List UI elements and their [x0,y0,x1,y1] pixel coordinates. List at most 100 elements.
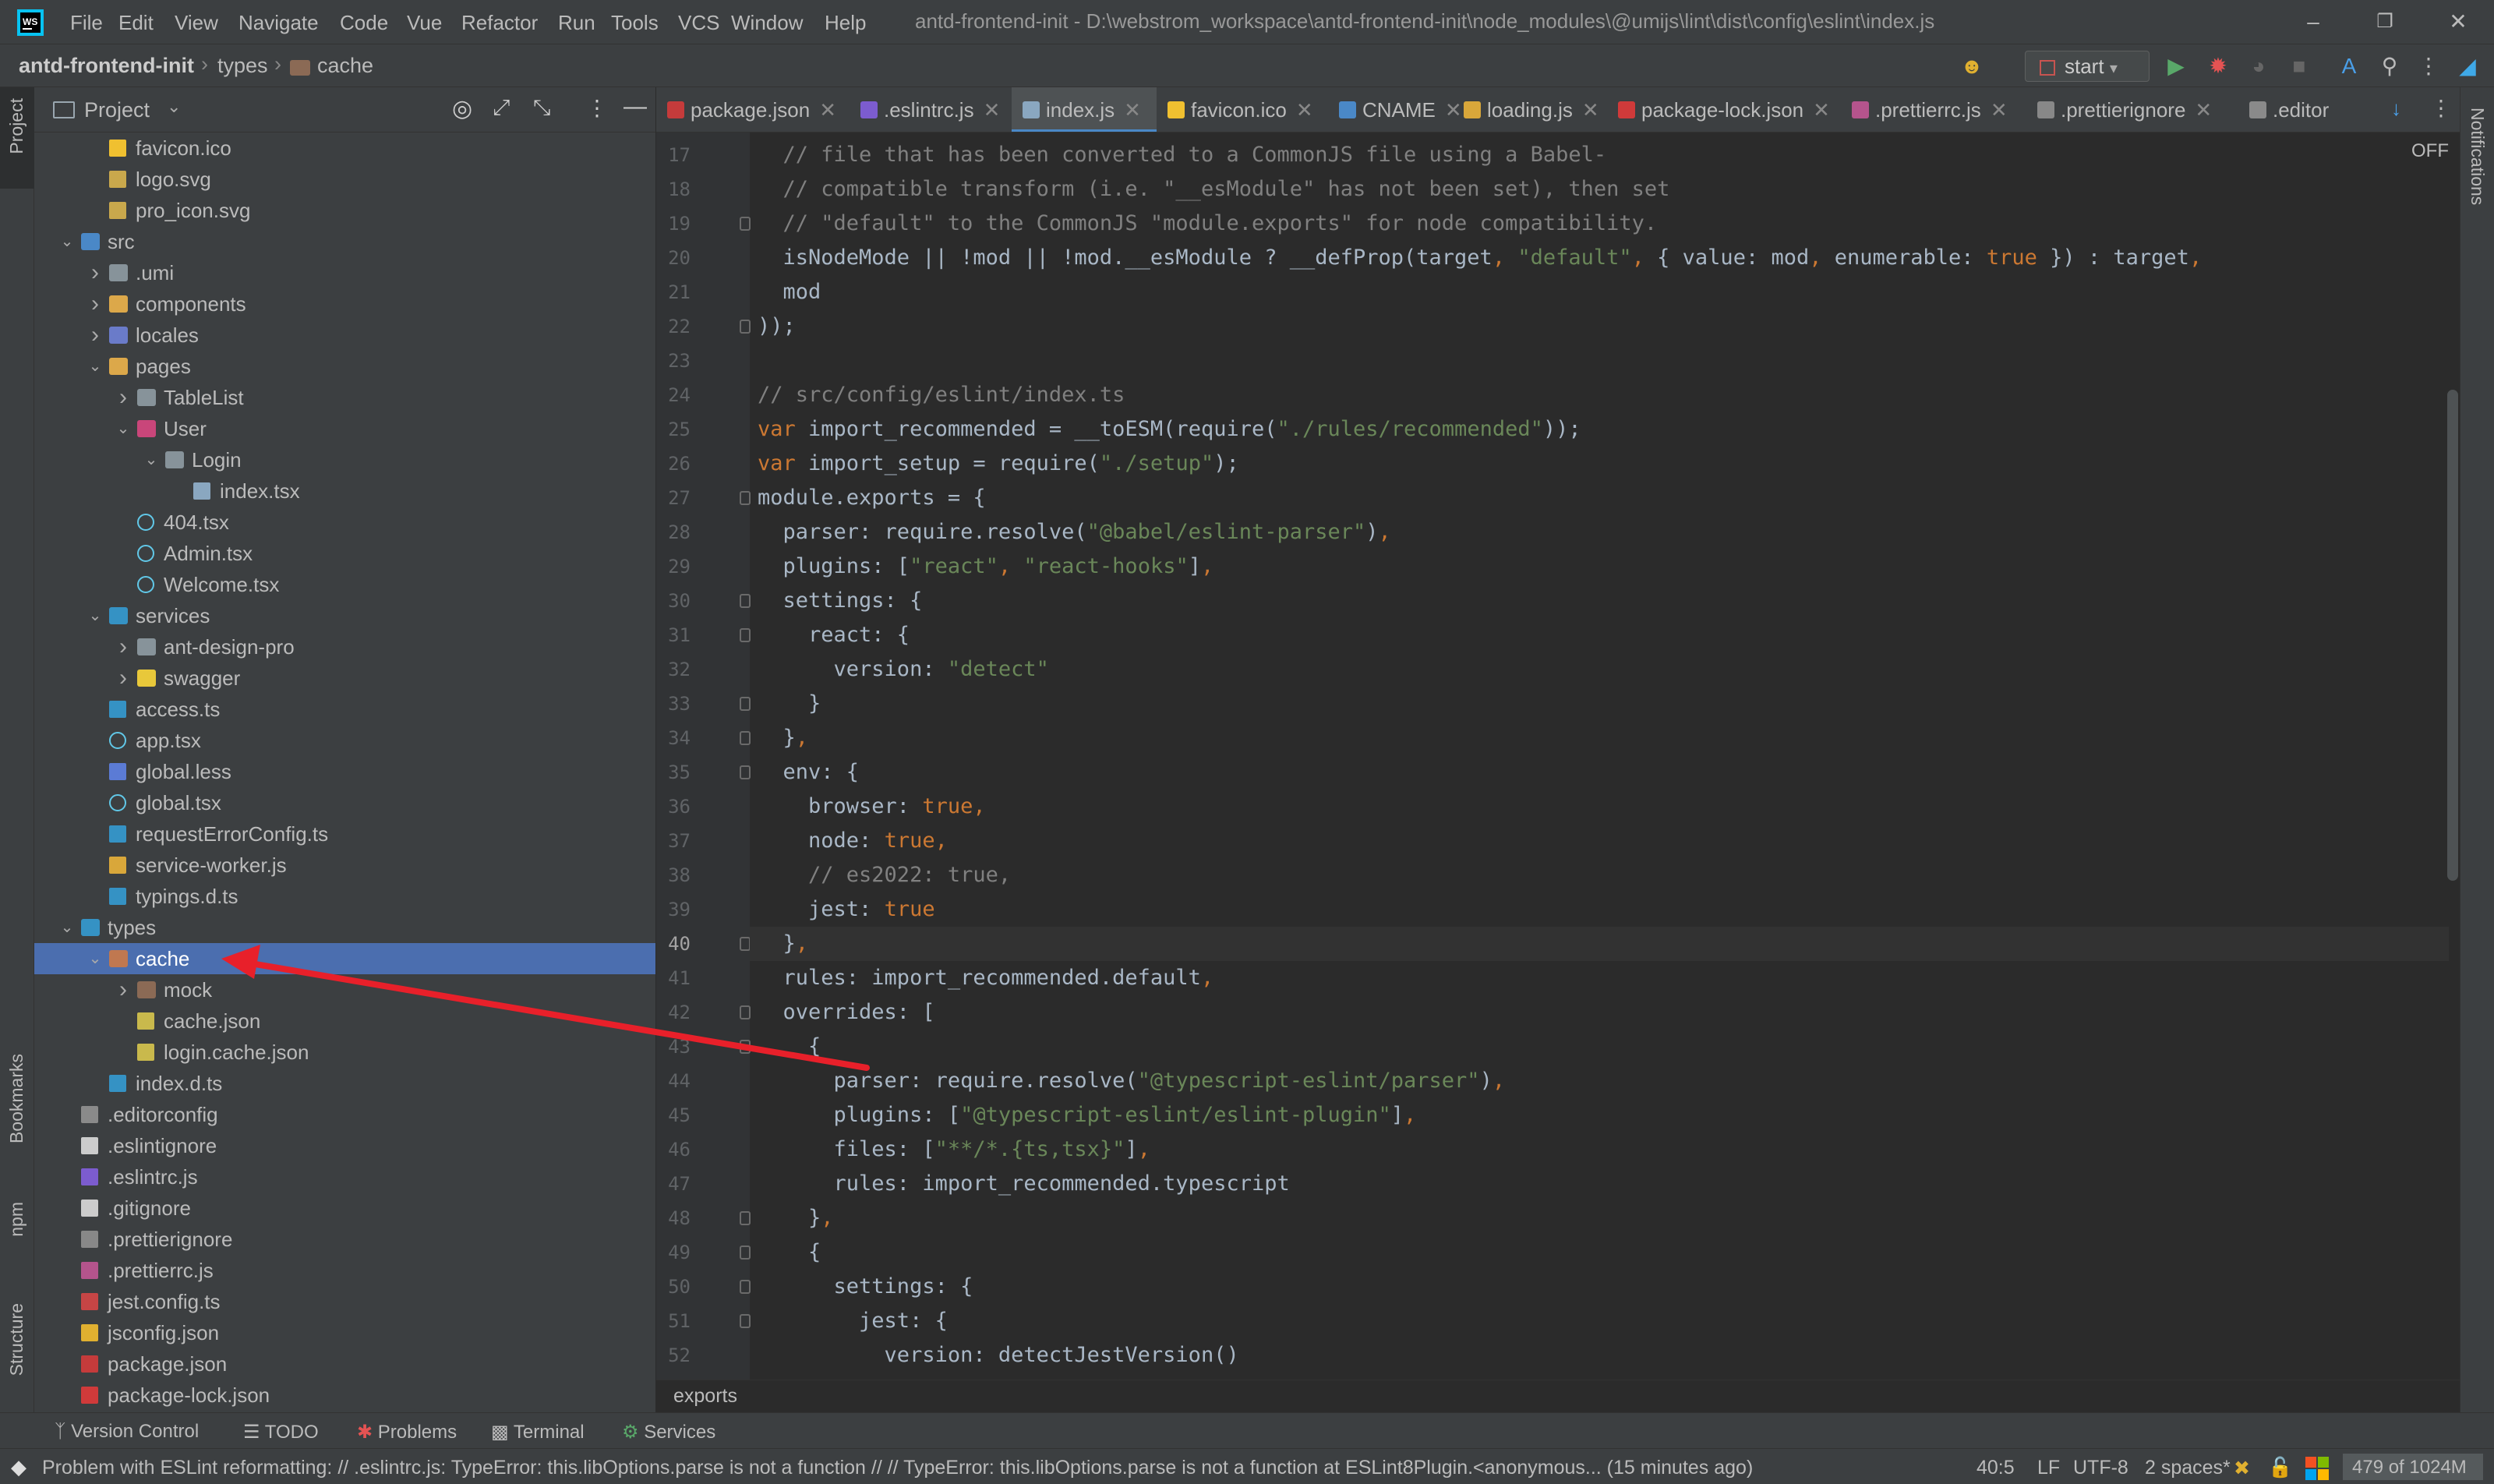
code-line[interactable]: mod [758,275,821,309]
code-line[interactable]: } [758,687,821,721]
fold-marker-icon[interactable] [740,1005,751,1019]
close-tab-icon[interactable]: ✕ [2195,98,2212,122]
close-tab-icon[interactable]: ✕ [1582,98,1599,122]
editor-tab[interactable]: favicon.ico ✕ [1157,87,1328,132]
windows-icon[interactable] [2305,1457,2329,1480]
fold-marker-icon[interactable] [740,320,751,334]
editor-tab[interactable]: index.js ✕ [1012,87,1157,132]
editor-tab[interactable]: .eslintrc.js ✕ [850,87,1012,132]
code-line[interactable]: { [758,1030,821,1064]
code-line[interactable]: // file that has been converted to a Com… [758,138,1607,172]
fold-marker-icon[interactable] [740,594,751,608]
chevron-down-icon[interactable]: ⌄ [86,600,104,631]
code-line[interactable]: plugins: ["react", "react-hooks"], [758,549,1214,584]
breadcrumb-types[interactable]: types [217,54,268,78]
webstorm-logo-icon[interactable]: WS [17,9,44,36]
code-line[interactable]: }, [758,927,809,961]
fold-marker-icon[interactable] [740,937,751,951]
tree-item[interactable]: jest.config.ts [34,1286,655,1317]
code-editor[interactable]: 17 18 19 20 21 22 23 24 25 26 27 28 29 30 31 32 33 34 35 36… [656,132,2460,1380]
tree-item[interactable]: global.tsx [34,787,655,818]
editor-scrollbar[interactable] [2447,390,2458,881]
chevron-right-icon[interactable]: › [114,382,132,413]
project-tool-tab[interactable]: Project [6,98,27,154]
tree-item[interactable]: .gitignore [34,1192,655,1224]
collapse-all-icon[interactable]: ⤡ [533,95,550,121]
tree-item[interactable]: index.tsx [34,475,655,507]
code-line[interactable]: plugins: ["@typescript-eslint/eslint-plu… [758,1098,1417,1132]
tree-item[interactable]: login.cache.json [34,1037,655,1068]
read-only-lock-icon[interactable]: 🔓 [2268,1457,2292,1479]
editor-tab[interactable]: CNAME ✕ [1328,87,1462,132]
status-message[interactable]: Problem with ESLint reformatting: // .es… [42,1457,1753,1479]
close-tab-icon[interactable]: ✕ [1991,98,2008,122]
minimize-button[interactable]: – [2294,6,2332,37]
menu-edit[interactable]: Edit [118,11,154,35]
project-tree[interactable]: favicon.ico logo.svg pro_icon.svg ⌄ src › .umi… [34,132,655,1412]
structure-tool-tab[interactable]: Structure [6,1303,27,1376]
close-tab-icon[interactable]: ✕ [984,98,1001,122]
menu-tools[interactable]: Tools [611,11,659,35]
code-line[interactable]: var import_setup = require("./setup"); [758,447,1239,481]
tree-item[interactable]: Welcome.tsx [34,569,655,600]
tree-item[interactable]: › mock [34,974,655,1005]
user-icon[interactable]: ☻ [1959,54,1984,79]
menu-vcs[interactable]: VCS [678,11,719,35]
tree-item[interactable]: .eslintrc.js [34,1161,655,1192]
code-line[interactable]: { [758,1235,821,1270]
code-line[interactable]: }, [758,1201,834,1235]
indent-setting[interactable]: 2 spaces* [2145,1457,2231,1479]
project-panel-title[interactable]: Project [84,98,150,122]
coverage-icon[interactable]: ◕ [2246,54,2271,79]
tree-item[interactable]: › .umi [34,257,655,288]
expand-all-icon[interactable]: ⤢ [493,95,510,121]
editor-tab[interactable]: package.json ✕ [656,87,850,132]
chevron-right-icon[interactable]: › [86,320,104,351]
editor-breadcrumb[interactable]: exports [656,1380,2460,1412]
tree-item[interactable]: ⌄ cache [34,943,655,974]
run-icon[interactable]: ▶ [2164,54,2188,79]
tab-more-icon[interactable]: ⋮ [2430,95,2452,121]
menu-file[interactable]: File [70,11,103,35]
chevron-right-icon[interactable]: › [86,257,104,288]
notifications-tool-tab[interactable]: Notifications [2467,108,2488,205]
tree-item[interactable]: logo.svg [34,164,655,195]
tree-item[interactable]: .prettierrc.js [34,1255,655,1286]
close-tab-icon[interactable]: ✕ [1124,98,1141,122]
code-line[interactable]: version: detectJestVersion() [758,1338,1239,1373]
terminal-tab[interactable]: ▩ Terminal [491,1421,585,1443]
bookmarks-tool-tab[interactable]: Bookmarks [6,1054,27,1143]
menu-code[interactable]: Code [340,11,388,35]
chevron-right-icon[interactable]: › [114,662,132,694]
tree-item[interactable]: › components [34,288,655,320]
code-line[interactable]: env: { [758,755,860,790]
fold-marker-icon[interactable] [740,731,751,745]
fold-marker-icon[interactable] [740,1040,751,1054]
tree-item[interactable]: pro_icon.svg [34,195,655,226]
search-icon[interactable]: ⚲ [2377,54,2402,79]
inspection-widget[interactable]: OFF [2411,140,2449,162]
code-line[interactable]: browser: true, [758,790,986,824]
more-options-icon[interactable]: ⋮ [2416,54,2441,79]
tree-item[interactable]: package-lock.json [34,1380,655,1411]
problems-tab[interactable]: ✱ Problems [357,1421,457,1443]
todo-tab[interactable]: ☰ TODO [243,1421,319,1443]
tree-item[interactable]: access.ts [34,694,655,725]
fold-marker-icon[interactable] [740,1280,751,1294]
ide-features-icon[interactable]: ◢ [2455,54,2480,79]
code-line[interactable]: // compatible transform (i.e. "__esModul… [758,172,1670,207]
debug-icon[interactable]: ✹ [2206,54,2231,79]
caret-position[interactable]: 40:5 [1976,1457,2015,1479]
tree-item[interactable]: ⌄ pages [34,351,655,382]
tree-item[interactable]: › locales [34,320,655,351]
code-line[interactable]: react: { [758,618,910,652]
menu-window[interactable]: Window [731,11,803,35]
services-tab[interactable]: ⚙ Services [622,1421,715,1443]
code-line[interactable]: // src/config/eslint/index.ts [758,378,1125,412]
close-tab-icon[interactable]: ✕ [1296,98,1313,122]
code-line[interactable]: parser: require.resolve("@babel/eslint-p… [758,515,1391,549]
editor-tab[interactable]: loading.js ✕ [1453,87,1607,132]
code-line[interactable]: version: "detect" [758,652,1049,687]
chevron-right-icon[interactable]: › [86,288,104,320]
code-line[interactable]: node: true, [758,824,948,858]
